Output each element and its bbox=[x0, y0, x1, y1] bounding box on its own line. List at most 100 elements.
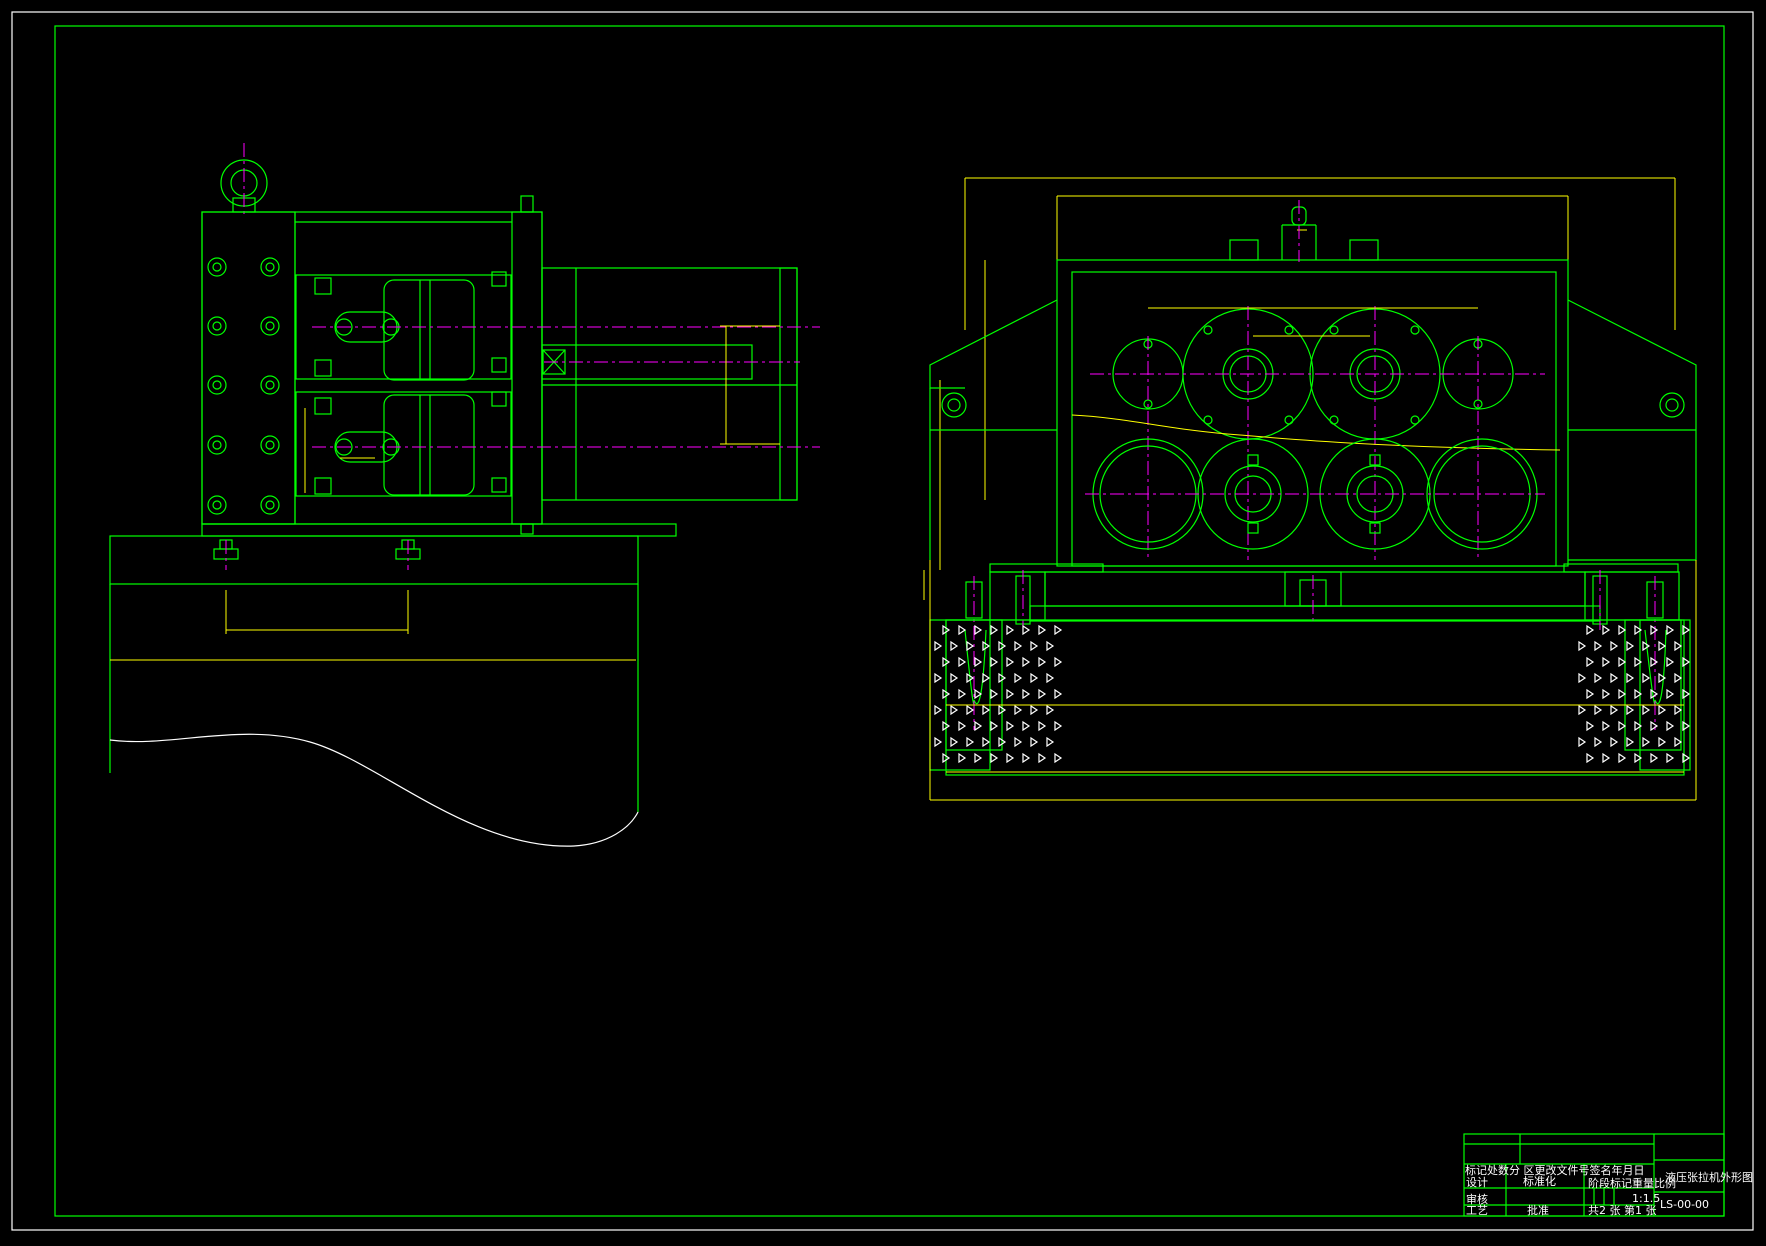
concrete-mark bbox=[1054, 688, 1063, 700]
bolt-hole-inner bbox=[212, 440, 222, 450]
concrete-mark bbox=[1618, 624, 1627, 636]
concrete-mark bbox=[1642, 704, 1651, 716]
concrete-mark bbox=[990, 752, 999, 764]
concrete-mark bbox=[1650, 752, 1659, 764]
concrete-mark bbox=[1658, 640, 1667, 652]
concrete-mark bbox=[966, 736, 975, 748]
bolt-hole bbox=[207, 435, 227, 455]
concrete-mark bbox=[934, 736, 943, 748]
concrete-mark bbox=[958, 752, 967, 764]
concrete-mark bbox=[1038, 688, 1047, 700]
bolt-hole bbox=[207, 257, 227, 277]
concrete-mark bbox=[1666, 752, 1675, 764]
concrete-mark bbox=[1578, 640, 1587, 652]
concrete-mark bbox=[1650, 624, 1659, 636]
concrete-mark bbox=[974, 752, 983, 764]
concrete-mark bbox=[1578, 736, 1587, 748]
concrete-mark bbox=[934, 672, 943, 684]
tb-sheets: 共2 张 第1 张 bbox=[1588, 1203, 1657, 1217]
concrete-mark bbox=[1602, 656, 1611, 668]
lifting-eye bbox=[220, 143, 268, 214]
concrete-mark bbox=[1030, 736, 1039, 748]
concrete-mark bbox=[934, 704, 943, 716]
concrete-mark bbox=[1030, 704, 1039, 716]
concrete-mark bbox=[958, 688, 967, 700]
concrete-mark bbox=[990, 624, 999, 636]
bolt-hole bbox=[260, 375, 280, 395]
concrete-mark bbox=[966, 640, 975, 652]
concrete-mark bbox=[1014, 672, 1023, 684]
bolt-hole bbox=[260, 495, 280, 515]
concrete-mark bbox=[1674, 640, 1683, 652]
concrete-mark bbox=[1674, 736, 1683, 748]
concrete-mark bbox=[1038, 624, 1047, 636]
concrete-mark bbox=[950, 640, 959, 652]
concrete-mark bbox=[1642, 672, 1651, 684]
concrete-mark bbox=[958, 720, 967, 732]
concrete-mark bbox=[1602, 752, 1611, 764]
concrete-mark bbox=[1594, 672, 1603, 684]
bolt-hole-inner bbox=[265, 440, 275, 450]
concrete-mark bbox=[1594, 704, 1603, 716]
concrete-mark bbox=[982, 736, 991, 748]
concrete-mark bbox=[1610, 704, 1619, 716]
concrete-mark bbox=[1610, 736, 1619, 748]
concrete-mark bbox=[1594, 640, 1603, 652]
concrete-mark bbox=[1610, 640, 1619, 652]
tb-standardization-label: 标准化 bbox=[1523, 1174, 1556, 1188]
concrete-mark bbox=[1022, 752, 1031, 764]
concrete-mark bbox=[1618, 720, 1627, 732]
foot-bolt-left bbox=[213, 539, 239, 570]
concrete-mark bbox=[1586, 656, 1595, 668]
front-view bbox=[923, 177, 1697, 801]
anchor-bolt-right bbox=[1644, 576, 1667, 730]
concrete-mark bbox=[1578, 704, 1587, 716]
concrete-mark bbox=[1054, 720, 1063, 732]
concrete-mark bbox=[1610, 672, 1619, 684]
bolt-hole-inner bbox=[212, 262, 222, 272]
bolt-hole bbox=[260, 316, 280, 336]
concrete-mark bbox=[1014, 736, 1023, 748]
concrete-mark bbox=[1650, 656, 1659, 668]
tb-process-label: 工艺 bbox=[1466, 1204, 1488, 1217]
concrete-mark bbox=[1014, 640, 1023, 652]
cad-drawing: 标记处数分 区更改文件号签名年月日 设计 标准化 阶段标记重量比例 1:1.5 … bbox=[0, 0, 1766, 1242]
concrete-mark bbox=[1046, 672, 1055, 684]
concrete-mark bbox=[1586, 688, 1595, 700]
concrete-mark bbox=[1046, 736, 1055, 748]
bolt-hole bbox=[207, 495, 227, 515]
concrete-mark bbox=[990, 720, 999, 732]
concrete-mark bbox=[982, 672, 991, 684]
concrete-mark bbox=[1038, 720, 1047, 732]
bolt-hole-inner bbox=[212, 380, 222, 390]
tb-drawing-number: LS-00-00 bbox=[1660, 1198, 1709, 1211]
concrete-mark bbox=[1618, 752, 1627, 764]
bolt-hole-inner bbox=[265, 262, 275, 272]
concrete-mark bbox=[950, 704, 959, 716]
concrete-mark bbox=[982, 704, 991, 716]
concrete-mark bbox=[1046, 704, 1055, 716]
foundation bbox=[929, 619, 1691, 776]
concrete-mark bbox=[1006, 688, 1015, 700]
title-block: 标记处数分 区更改文件号签名年月日 设计 标准化 阶段标记重量比例 1:1.5 … bbox=[1463, 1133, 1753, 1217]
concrete-mark bbox=[1022, 720, 1031, 732]
tb-stage-mark: 阶段标记重量比例 bbox=[1588, 1176, 1676, 1190]
concrete-mark bbox=[958, 624, 967, 636]
concrete-mark bbox=[1650, 720, 1659, 732]
concrete-mark bbox=[1666, 720, 1675, 732]
concrete-mark bbox=[1022, 688, 1031, 700]
tb-design-label: 设计 bbox=[1466, 1176, 1488, 1189]
concrete-mark bbox=[1006, 624, 1015, 636]
concrete-mark bbox=[1594, 736, 1603, 748]
bolt-hole-inner bbox=[212, 500, 222, 510]
side-view bbox=[109, 143, 820, 847]
concrete-mark bbox=[1054, 752, 1063, 764]
concrete-mark bbox=[1022, 656, 1031, 668]
concrete-mark bbox=[1054, 624, 1063, 636]
concrete-mark bbox=[990, 688, 999, 700]
bolt-hole bbox=[207, 316, 227, 336]
concrete-mark bbox=[1586, 720, 1595, 732]
concrete-mark bbox=[1602, 720, 1611, 732]
concrete-mark bbox=[1666, 656, 1675, 668]
tb-approve-label: 批准 bbox=[1527, 1203, 1549, 1217]
